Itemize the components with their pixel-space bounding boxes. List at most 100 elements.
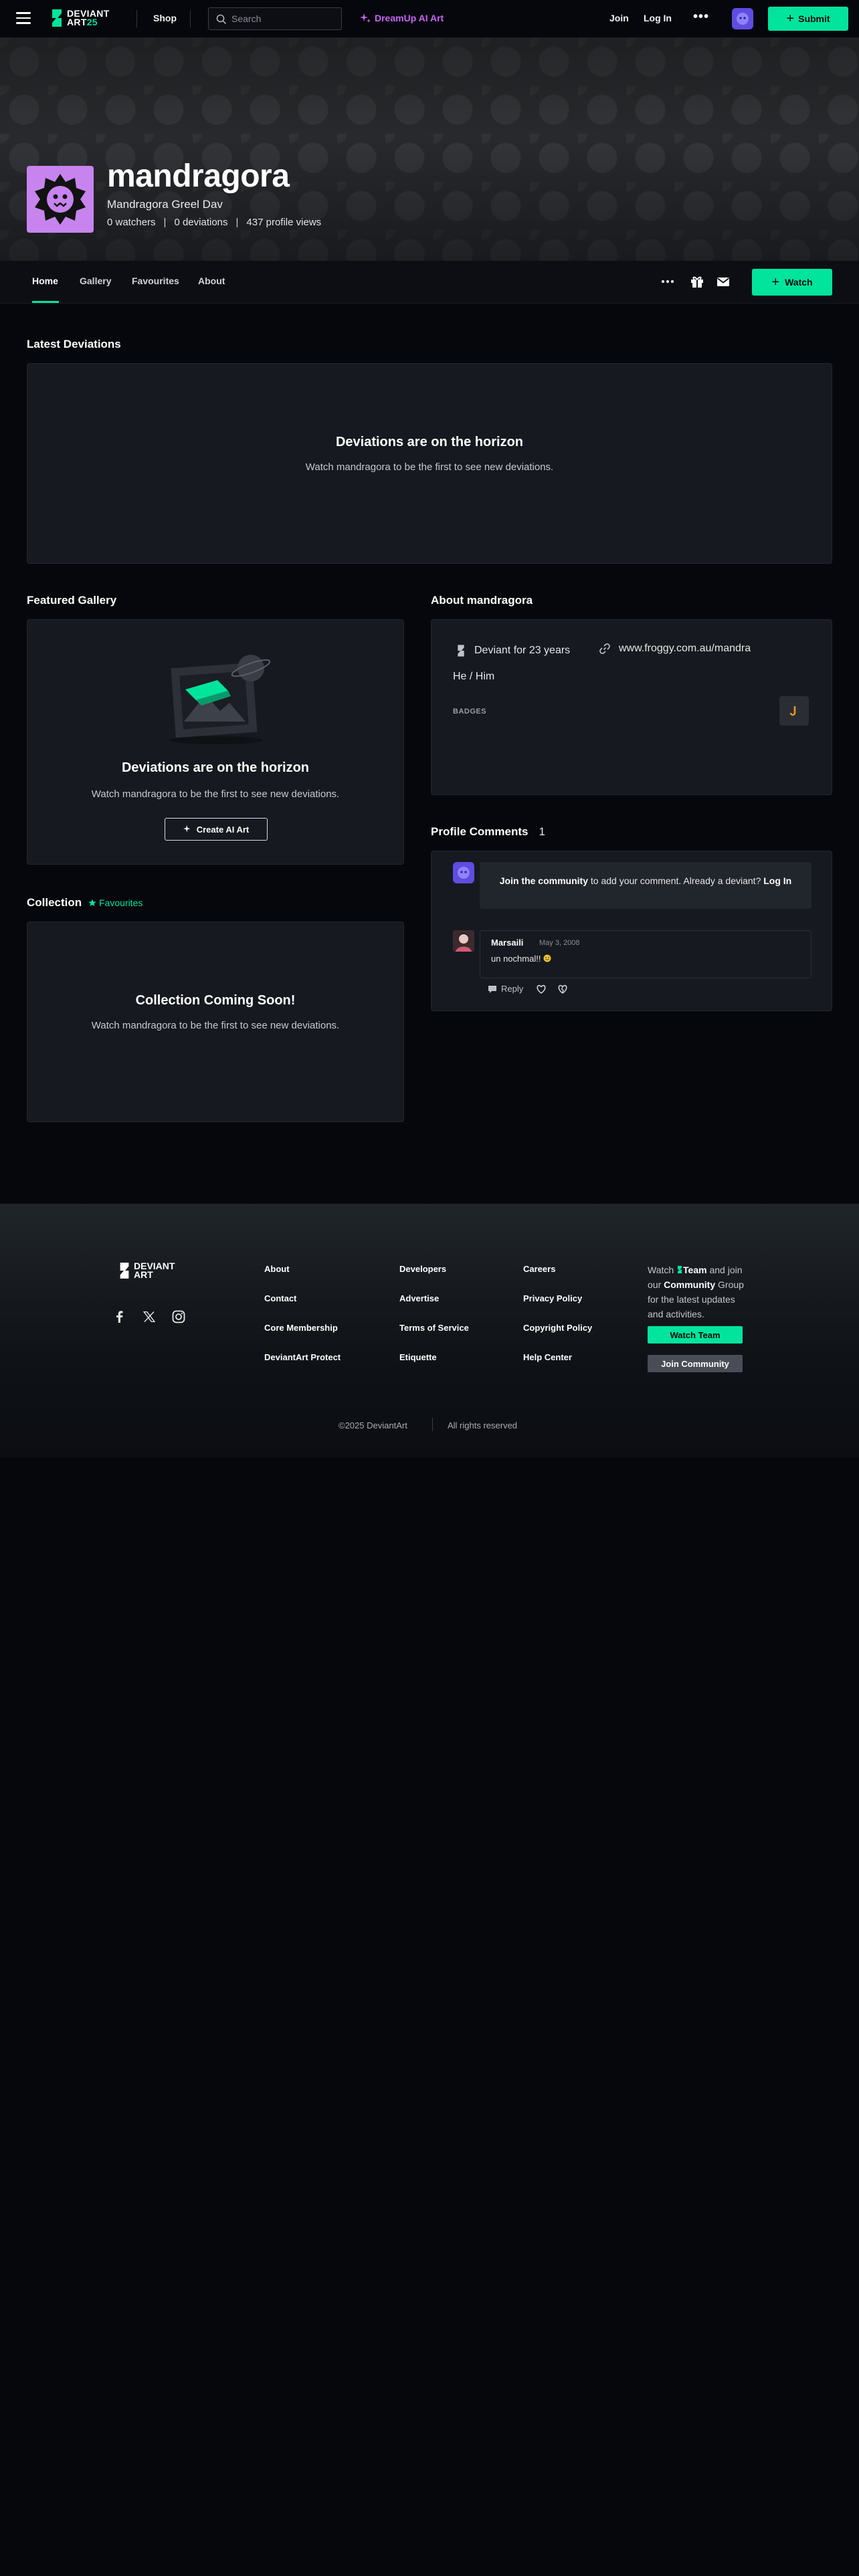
footer-link-copyright-policy[interactable]: Copyright Policy xyxy=(523,1323,592,1333)
login-link[interactable]: Log In xyxy=(644,13,672,23)
search-icon xyxy=(216,14,227,25)
join-link[interactable]: Join xyxy=(609,13,629,23)
profile-comments-card: Join the community to add your comment. … xyxy=(431,851,832,1011)
separator: | xyxy=(235,217,239,228)
comment-text: un nochmal!! xyxy=(491,954,551,964)
profile-views-count: 437 profile views xyxy=(246,217,322,228)
smiley-emoji-icon xyxy=(543,954,551,962)
watch-button[interactable]: + Watch xyxy=(752,269,832,296)
profile-tab-bar: Home Gallery Favourites About + Watch xyxy=(0,261,859,304)
gift-icon[interactable] xyxy=(690,274,704,289)
collection-card: Collection Coming Soon! Watch mandragora… xyxy=(27,922,404,1122)
empty-state-subtitle: Watch mandragora to be the first to see … xyxy=(91,788,340,800)
join-community-link[interactable]: Join the community xyxy=(500,875,588,886)
deviations-count[interactable]: 0 deviations xyxy=(174,217,227,228)
profile-stats: 0 watchers | 0 deviations | 437 profile … xyxy=(107,217,321,228)
footer-link-help-center[interactable]: Help Center xyxy=(523,1352,572,1362)
footer-link-privacy-policy[interactable]: Privacy Policy xyxy=(523,1293,582,1303)
facebook-icon[interactable] xyxy=(115,1311,123,1323)
empty-state-title: Deviations are on the horizon xyxy=(121,760,310,775)
create-ai-art-label: Create AI Art xyxy=(196,824,250,835)
star-icon xyxy=(88,899,96,906)
search-box[interactable] xyxy=(208,7,342,30)
rights-text: All rights reserved xyxy=(448,1420,518,1430)
empty-gallery-illustration xyxy=(169,655,271,744)
featured-gallery-card: Deviations are on the horizon Watch mand… xyxy=(27,619,404,865)
more-options-icon[interactable] xyxy=(660,274,675,289)
footer-link-deviantart-protect[interactable]: DeviantArt Protect xyxy=(264,1352,341,1362)
footer-link-core-membership[interactable]: Core Membership xyxy=(264,1323,338,1333)
instagram-icon[interactable] xyxy=(172,1310,185,1323)
favourites-label: Favourites xyxy=(99,897,143,908)
comment-author[interactable]: Marsaili xyxy=(491,938,523,948)
comment-date[interactable]: May 3, 2008 xyxy=(539,939,580,947)
tab-about[interactable]: About xyxy=(198,276,225,286)
copyright-text: ©2025 DeviantArt xyxy=(339,1420,407,1430)
footer: DEVIANT ART About Contact Core Membership… xyxy=(0,1204,859,1458)
empty-state-title: Deviations are on the horizon xyxy=(335,435,524,449)
comment-text-body: un nochmal!! xyxy=(491,954,541,964)
x-twitter-icon[interactable] xyxy=(143,1311,155,1322)
watchers-count[interactable]: 0 watchers xyxy=(107,217,156,228)
join-prompt-body: to add your comment. Already a deviant? xyxy=(587,875,764,886)
footer-link-about[interactable]: About xyxy=(264,1264,290,1274)
about-card: Deviant for 23 years www.froggy.com.au/m… xyxy=(431,619,832,795)
badge-icon xyxy=(789,706,796,716)
featured-gallery-title: Featured Gallery xyxy=(27,594,117,607)
join-prompt-text: Join the community to add your comment. … xyxy=(480,873,812,889)
reply-button[interactable]: Reply xyxy=(488,984,523,994)
tab-favourites[interactable]: Favourites xyxy=(132,276,179,286)
logo-text: DEVIANT ART25 xyxy=(67,8,110,27)
watch-label: Watch xyxy=(785,277,813,288)
footer-link-advertise[interactable]: Advertise xyxy=(399,1293,439,1303)
default-avatar-icon xyxy=(737,13,749,25)
footer-logo[interactable]: DEVIANT ART xyxy=(118,1261,175,1280)
comment-item: Marsaili May 3, 2008 un nochmal!! xyxy=(480,930,812,978)
watch-team-button[interactable]: Watch Team xyxy=(648,1326,743,1344)
tab-gallery[interactable]: Gallery xyxy=(80,276,111,286)
create-ai-art-button[interactable]: Create AI Art xyxy=(165,818,268,841)
heart-icon[interactable] xyxy=(536,984,547,994)
empty-state-subtitle: Watch mandragora to be the first to see … xyxy=(305,461,554,473)
user-avatar[interactable] xyxy=(732,8,753,29)
profile-comments-header: Profile Comments 1 xyxy=(431,825,545,839)
profile-username: mandragora xyxy=(107,158,290,194)
favourites-link[interactable]: Favourites xyxy=(88,897,142,908)
footer-link-contact[interactable]: Contact xyxy=(264,1293,296,1303)
dreamup-ai-art-link[interactable]: DreamUp AI Art xyxy=(360,13,444,23)
profile-avatar[interactable] xyxy=(27,166,94,233)
footer-link-developers[interactable]: Developers xyxy=(399,1264,446,1274)
footer-link-careers[interactable]: Careers xyxy=(523,1264,555,1274)
latest-deviations-title: Latest Deviations xyxy=(27,338,121,350)
divider xyxy=(190,10,191,27)
more-options-icon[interactable]: ••• xyxy=(693,9,709,25)
submit-button[interactable]: + Submit xyxy=(768,7,848,31)
website-link[interactable]: www.froggy.com.au/mandra xyxy=(599,643,751,655)
deviant-duration: Deviant for 23 years xyxy=(456,644,570,657)
search-input[interactable] xyxy=(231,8,339,29)
footer-link-terms-of-service[interactable]: Terms of Service xyxy=(399,1323,469,1333)
comment-login-link[interactable]: Log In xyxy=(763,875,791,886)
default-avatar-icon xyxy=(458,867,470,879)
dreamup-icon xyxy=(183,825,191,833)
empty-state-subtitle: Watch mandragora to be the first to see … xyxy=(91,1020,340,1031)
divider xyxy=(432,1418,433,1431)
message-icon[interactable] xyxy=(716,274,731,289)
join-community-button[interactable]: Join Community xyxy=(648,1355,743,1372)
deviantart-logo[interactable]: DEVIANT ART25 xyxy=(50,8,110,28)
shop-link[interactable]: Shop xyxy=(153,13,177,23)
submit-label: Submit xyxy=(798,13,830,24)
badge[interactable] xyxy=(779,696,809,726)
deviant-duration-text: Deviant for 23 years xyxy=(474,645,571,656)
badges-label: BADGES xyxy=(453,708,487,716)
hamburger-menu-icon[interactable] xyxy=(16,12,31,24)
tab-home[interactable]: Home xyxy=(32,276,58,286)
deviantart-logo-icon xyxy=(458,645,464,657)
commenter-avatar xyxy=(453,862,474,883)
reply-label: Reply xyxy=(501,984,524,994)
dreamup-label: DreamUp AI Art xyxy=(375,13,444,23)
footer-logo-text: DEVIANT ART xyxy=(134,1261,175,1280)
comment-author-avatar[interactable] xyxy=(453,930,474,952)
footer-link-etiquette[interactable]: Etiquette xyxy=(399,1352,437,1362)
broken-heart-icon[interactable] xyxy=(557,984,568,994)
